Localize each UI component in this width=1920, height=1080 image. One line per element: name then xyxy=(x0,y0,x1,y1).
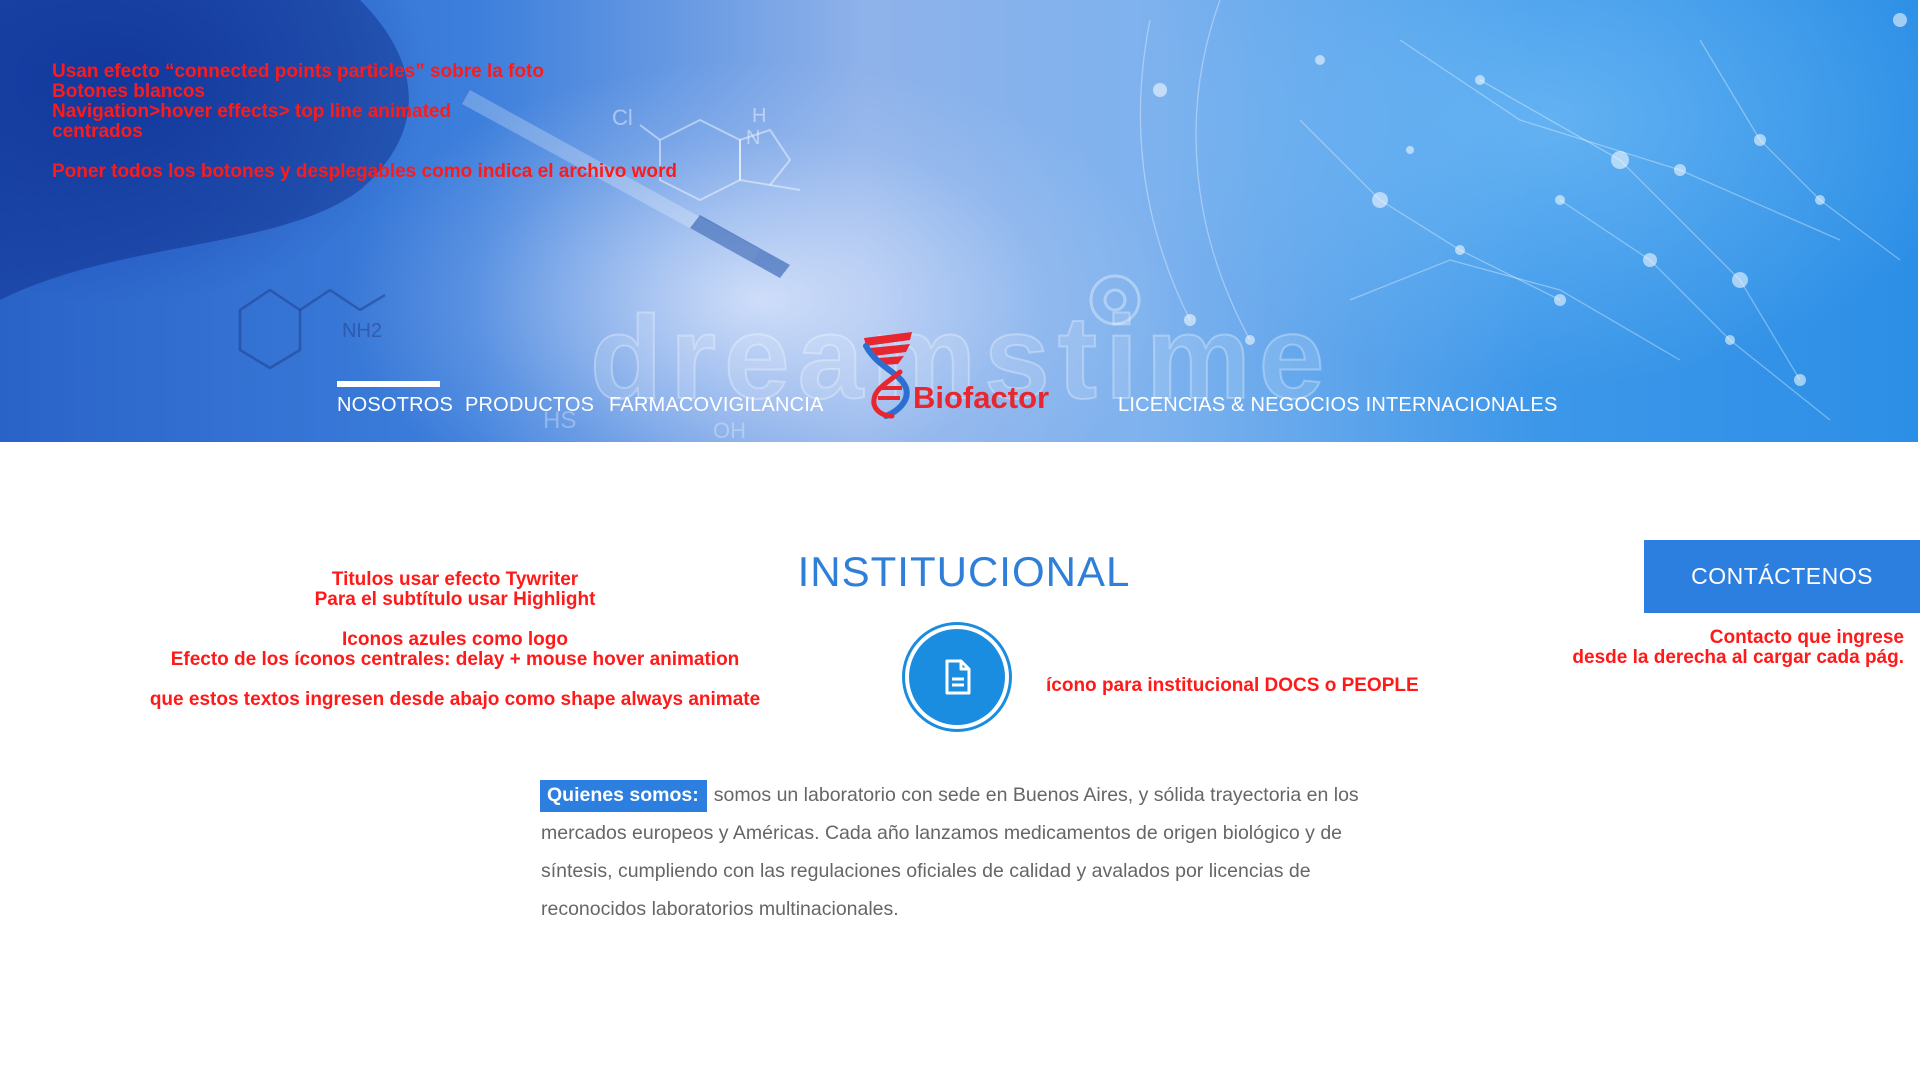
icon-annotation-note: ícono para institucional DOCS o PEOPLE xyxy=(1046,675,1419,696)
left-note: que estos textos ingresen desde abajo co… xyxy=(149,689,761,710)
logo-text: Biofactor xyxy=(913,380,1050,415)
left-note: Efecto de los íconos centrales: delay + … xyxy=(170,649,740,670)
nav-item-nosotros[interactable]: NOSOTROS xyxy=(337,381,453,417)
dna-logo-icon xyxy=(863,332,912,419)
institutional-icon-button[interactable] xyxy=(902,622,1012,732)
hero-banner: dreamstime Cl H N NH2 HS OH Usan efecto … xyxy=(0,0,1918,442)
nav-item-licencias[interactable]: LICENCIAS & NEGOCIOS INTERNACIONALES xyxy=(1118,394,1558,417)
document-icon xyxy=(945,659,971,695)
left-note: Iconos azules como logo xyxy=(342,629,568,650)
contact-note: Contacto que ingrese xyxy=(1709,627,1904,648)
contact-button[interactable]: CONTÁCTENOS xyxy=(1644,540,1920,613)
contact-annotation-notes: Contacto que ingrese desde la derecha al… xyxy=(1572,628,1904,668)
biofactor-logo[interactable]: Biofactor xyxy=(858,330,1078,420)
left-note: Titulos usar efecto Tywriter xyxy=(331,569,579,590)
left-note: Para el subtítulo usar Highlight xyxy=(314,589,596,610)
about-paragraph: Quienes somos: somos un laboratorio con s… xyxy=(540,776,1375,928)
left-annotation-notes: Titulos usar efecto Tywriter Para el sub… xyxy=(90,570,820,710)
page: dreamstime Cl H N NH2 HS OH Usan efecto … xyxy=(0,0,1920,1080)
nav-item-productos[interactable]: PRODUCTOS xyxy=(465,394,594,417)
nav-item-farmacovigilancia[interactable]: FARMACOVIGILANCIA xyxy=(609,394,824,417)
about-highlight-label: Quienes somos: xyxy=(540,780,707,812)
contact-note: desde la derecha al cargar cada pág. xyxy=(1572,647,1904,668)
main-navigation: NOSOTROS PRODUCTOS FARMACOVIGILANCIA Bio… xyxy=(0,0,1918,442)
